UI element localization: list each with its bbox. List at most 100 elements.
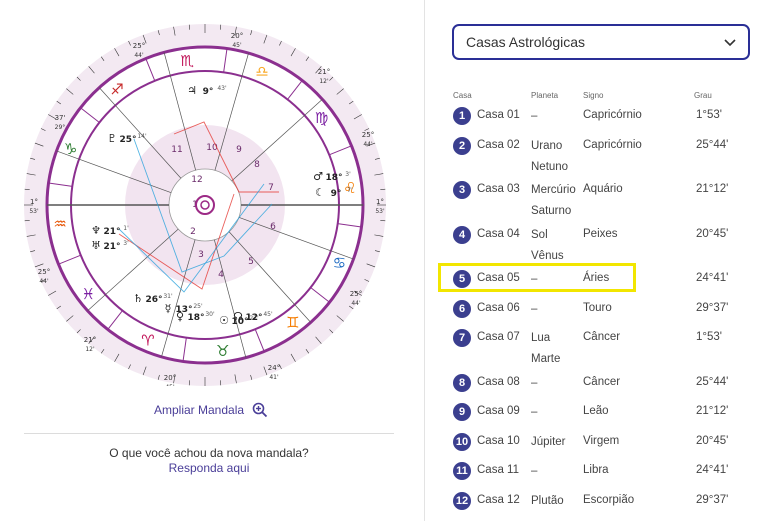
house-sign: Câncer <box>583 331 621 343</box>
house-sign: Capricórnio <box>583 109 642 121</box>
house-number-badge: 4 <box>453 226 471 244</box>
planet-minute: 43' <box>217 85 227 92</box>
planet-minute: 3' <box>345 171 351 178</box>
house-name: Casa 03 <box>477 183 520 195</box>
zodiac-sign-glyph: ♈ <box>141 331 154 349</box>
planet-degree: 12° <box>245 313 262 323</box>
planet-glyph: ♀ <box>176 310 184 323</box>
house-name: Casa 10 <box>477 435 520 447</box>
house-planets: Sol Vênus <box>531 229 564 262</box>
planet-minute: 3' <box>123 240 129 247</box>
zodiac-sign-glyph: ♓ <box>82 285 95 303</box>
house-number: 5 <box>248 257 254 267</box>
degree-marker: 1° <box>376 198 384 206</box>
planet-glyph: ☊ <box>233 310 243 323</box>
minute-marker: 44' <box>39 278 49 285</box>
planet-minute: 31' <box>163 293 173 300</box>
section-divider <box>24 433 394 434</box>
mandala-panel: ♑ ♐ ♏ ♎ ♍ ♌ ♋ ♊ ♉ ♈ ♓ ♒ 1 2 3 4 5 6 7 8 9 10 11 12 1° 53' 1° 53' 20°… <box>0 0 410 521</box>
planet-degree: 18° <box>187 313 204 323</box>
house-degree: 24°41' <box>696 464 729 476</box>
house-name: Casa 11 <box>477 464 519 476</box>
house-number-badge: 8 <box>453 374 471 392</box>
house-number-badge: 9 <box>453 403 471 421</box>
planet-minute: 1' <box>123 225 129 232</box>
house-sign: Câncer <box>583 376 621 388</box>
zodiac-sign-glyph: ♏ <box>180 52 194 70</box>
house-number: 6 <box>270 222 276 232</box>
zodiac-sign-glyph: ♉ <box>216 342 229 360</box>
house-number: 8 <box>254 160 260 170</box>
minute-marker: 45' <box>232 42 242 49</box>
house-number-badge: 6 <box>453 300 471 318</box>
house-number-badge: 10 <box>453 433 471 451</box>
house-number-badge: 1 <box>453 107 471 125</box>
astrological-chart[interactable]: ♑♐♏♎♍♌♋♊♉♈♓♒1234567891011121°53'1°53'20°… <box>24 24 386 386</box>
degree-marker: 21° <box>318 68 330 76</box>
house-sign: Escorpião <box>583 494 635 506</box>
house-name: Casa 02 <box>477 139 520 151</box>
house-number-badge: 3 <box>453 181 471 199</box>
zodiac-sign-glyph: ♎ <box>255 63 268 81</box>
header-grau: Grau <box>694 91 712 100</box>
house-degree: 25°44' <box>696 376 729 388</box>
house-degree: 20°45' <box>696 228 729 240</box>
zodiac-sign-glyph: ♐ <box>110 80 123 98</box>
degree-marker: 25° <box>38 268 50 276</box>
planet-degree: 9° <box>203 87 214 97</box>
chart-view-select[interactable]: Casas Astrológicas <box>452 24 750 60</box>
house-number: 10 <box>206 143 218 153</box>
degree-marker: 21° <box>84 336 96 344</box>
house-number-badge: 7 <box>453 329 471 347</box>
minute-marker: 41' <box>269 374 279 381</box>
select-value: Casas Astrológicas <box>466 34 586 50</box>
house-planets: – <box>531 465 538 477</box>
planet-degree: 25° <box>119 135 136 145</box>
planet-glyph: ☿ <box>165 302 172 315</box>
zoom-in-icon <box>252 402 268 418</box>
house-number: 7 <box>268 183 274 193</box>
house-sign: Touro <box>583 302 612 314</box>
house-planets: Lua Marte <box>531 332 561 365</box>
planet-minute: 14' <box>137 133 147 140</box>
feedback-question: O que você achou da nova mandala? <box>109 446 309 460</box>
zodiac-sign-glyph: ♍ <box>315 109 328 127</box>
planet-degree: 9° <box>331 189 342 199</box>
header-planeta: Planeta <box>531 91 559 100</box>
planet-glyph: ♄ <box>133 292 143 305</box>
minute-marker: 12' <box>319 78 329 85</box>
degree-marker: 25° <box>133 42 145 50</box>
house-sign: Virgem <box>583 435 620 447</box>
planet-minute: 30' <box>205 311 215 318</box>
planet-glyph: ♃ <box>187 84 197 97</box>
house-planets: Urano Netuno <box>531 140 569 173</box>
house-number-badge: 2 <box>453 137 471 155</box>
planet-degree: 18° <box>325 173 342 183</box>
house-name: Casa 09 <box>477 405 520 417</box>
minute-marker: 45' <box>165 384 175 386</box>
house-name: Casa 04 <box>477 228 520 240</box>
zoom-mandala-button[interactable]: Ampliar Mandala <box>154 402 268 418</box>
header-casa: Casa <box>453 91 472 100</box>
house-degree: 20°45' <box>696 435 729 447</box>
degree-marker: 1° <box>30 198 38 206</box>
minute-marker: 29° <box>55 124 66 131</box>
planet-minute: 45' <box>263 311 273 318</box>
house-planets: Mercúrio Saturno <box>531 184 576 217</box>
degree-marker: 20° <box>231 32 243 40</box>
house-degree: 21°12' <box>696 183 729 195</box>
house-number: 2 <box>190 227 196 237</box>
planet-degree: 26° <box>145 295 162 305</box>
house-sign: Leão <box>583 405 609 417</box>
house-degree: 29°37' <box>696 494 729 506</box>
house-planets: Plutão <box>531 495 564 507</box>
house-degree: 25°44' <box>696 139 729 151</box>
degree-marker: 37' <box>55 114 66 122</box>
feedback-link[interactable]: Responda aqui <box>169 461 250 475</box>
degree-marker: 25° <box>362 131 374 139</box>
planet-glyph: ♇ <box>107 132 117 145</box>
planet-glyph: ☾ <box>315 186 325 199</box>
house-planets: – <box>531 377 538 389</box>
minute-marker: 44' <box>351 300 361 307</box>
panel-divider <box>424 0 425 521</box>
